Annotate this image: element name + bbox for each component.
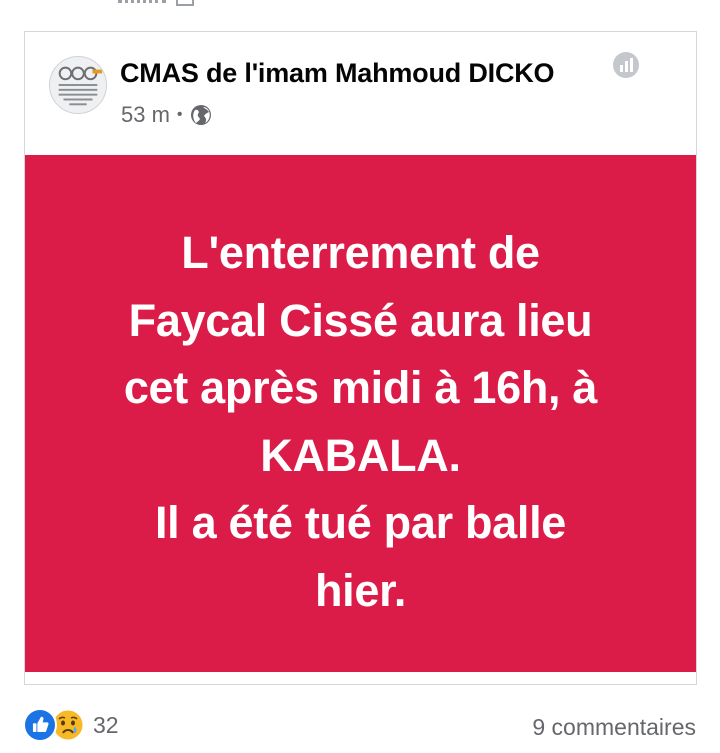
insights-icon[interactable]: [611, 50, 641, 80]
reaction-count: 32: [93, 711, 119, 738]
reaction-summary[interactable]: 32: [23, 708, 119, 742]
post-text-line: Faycal Cissé aura lieu: [128, 294, 593, 346]
post-text-line: Il a été tué par balle: [154, 497, 567, 548]
post-card: CMAS de l'imam Mahmoud DICKO 53 m • L'en…: [24, 31, 697, 685]
globe-icon: [190, 105, 211, 125]
fragment-box: [176, 0, 194, 6]
post-text-line: hier.: [314, 564, 407, 616]
meta-separator: •: [176, 106, 183, 123]
post-header: CMAS de l'imam Mahmoud DICKO 53 m •: [25, 32, 696, 154]
like-icon: [23, 708, 57, 742]
post-meta: 53 m •: [121, 102, 212, 128]
post-text-line: KABALA.: [260, 429, 461, 481]
comments-count-link[interactable]: 9 commentaires: [532, 714, 696, 741]
post-image[interactable]: L'enterrement de Faycal Cissé aura lieu …: [25, 155, 696, 672]
post-text-line: cet après midi à 16h, à: [123, 362, 598, 413]
page-logo-avatar-icon: [50, 57, 106, 113]
post-text-line: L'enterrement de: [181, 227, 540, 278]
post-footer: 32 9 commentaires: [0, 708, 720, 748]
previous-post-fragment: [118, 0, 194, 8]
page-name[interactable]: CMAS de l'imam Mahmoud DICKO: [120, 58, 555, 89]
post-time[interactable]: 53 m: [121, 102, 170, 128]
page-avatar[interactable]: [49, 56, 107, 114]
fragment-dots: [118, 0, 166, 4]
